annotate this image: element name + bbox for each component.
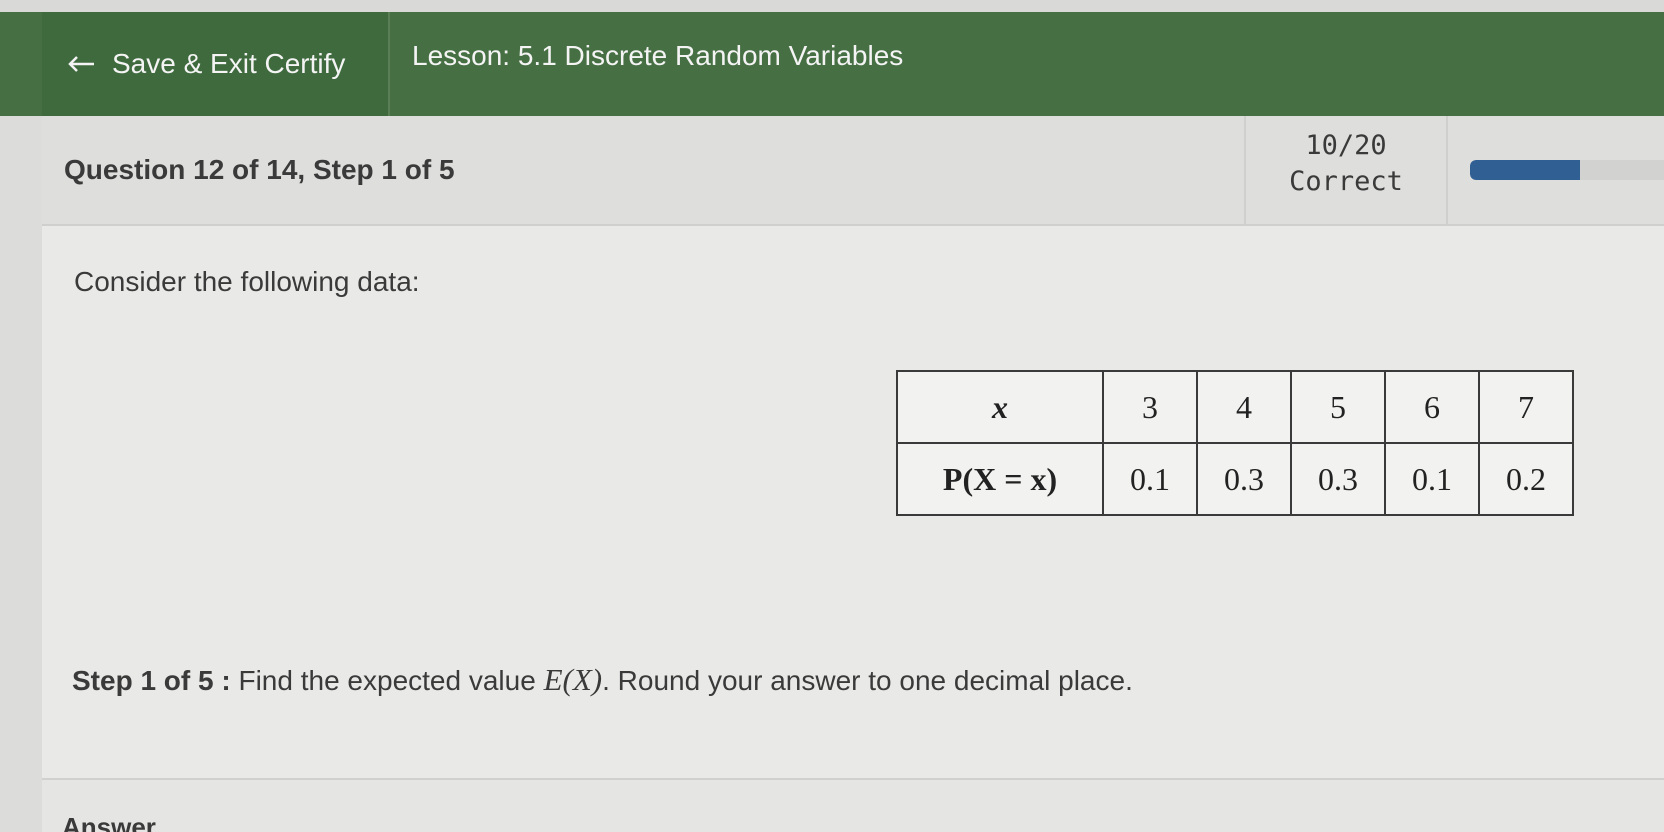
table-row-probability: P(X = x) 0.1 0.3 0.3 0.1 0.2 xyxy=(896,442,1574,516)
step-prefix: Step 1 of 5 : xyxy=(72,665,231,696)
table-cell-x: 5 xyxy=(1290,370,1386,444)
step-instruction: Step 1 of 5 : Find the expected value E(… xyxy=(72,662,1133,698)
save-exit-label: Save & Exit Certify xyxy=(112,48,346,79)
page: Save & Exit Certify Lesson: 5.1 Discrete… xyxy=(0,0,1664,832)
table-row-x: x 3 4 5 6 7 xyxy=(896,370,1574,444)
table-cell-probability: 0.1 xyxy=(1384,442,1480,516)
table-cell-probability: 0.1 xyxy=(1102,442,1198,516)
step-math: E(X) xyxy=(543,662,603,697)
table-cell-x: 7 xyxy=(1478,370,1574,444)
left-margin xyxy=(0,116,42,832)
question-content: Consider the following data: x 3 4 5 6 7… xyxy=(42,226,1664,778)
question-intro: Consider the following data: xyxy=(74,266,420,297)
probability-distribution-table: x 3 4 5 6 7 P(X = x) 0.1 0.3 0.3 0.1 0.2 xyxy=(896,370,1574,516)
table-cell-probability: 0.3 xyxy=(1290,442,1386,516)
answer-section: Answer xyxy=(42,780,1664,832)
progress-bar-fill xyxy=(1470,160,1580,180)
step-text-before: Find the expected value xyxy=(230,665,544,696)
score-value: 10/20 xyxy=(1305,130,1387,161)
browser-top-strip xyxy=(0,0,1664,12)
lesson-title: Lesson: 5.1 Discrete Random Variables xyxy=(412,40,904,71)
table-cell-x: 4 xyxy=(1196,370,1292,444)
table-header-probability: P(X = x) xyxy=(896,442,1104,516)
table-header-x: x xyxy=(896,370,1104,444)
progress-bar xyxy=(1470,160,1664,180)
table-cell-probability: 0.3 xyxy=(1196,442,1292,516)
question-progress-label: Question 12 of 14, Step 1 of 5 xyxy=(64,154,455,185)
question-bar: Question 12 of 14, Step 1 of 5 10/20 Cor… xyxy=(42,116,1664,226)
answer-label: Answer xyxy=(62,812,156,832)
table-cell-probability: 0.2 xyxy=(1478,442,1574,516)
save-exit-button[interactable]: Save & Exit Certify xyxy=(42,12,390,116)
score-box: 10/20 Correct xyxy=(1244,116,1448,224)
table-cell-x: 6 xyxy=(1384,370,1480,444)
arrow-left-icon xyxy=(68,56,94,72)
score-label: Correct xyxy=(1289,166,1403,197)
step-text-after: . Round your answer to one decimal place… xyxy=(602,665,1133,696)
table-cell-x: 3 xyxy=(1102,370,1198,444)
